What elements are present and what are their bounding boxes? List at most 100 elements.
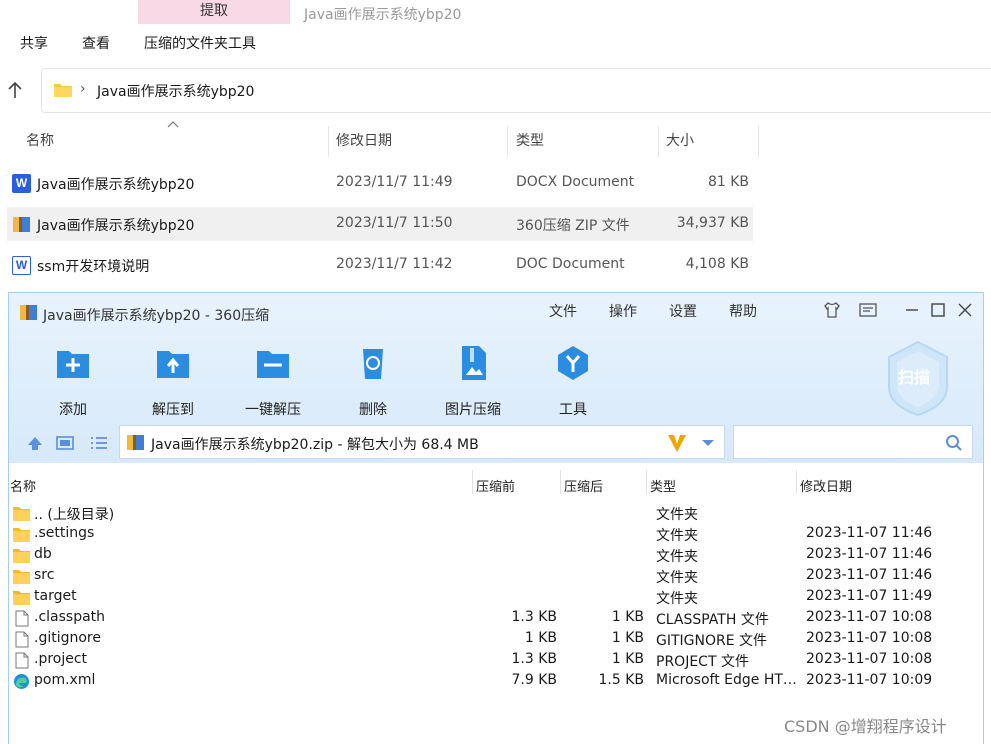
archive-file-date: 2023-11-07 10:09 (806, 672, 933, 688)
minimize-icon[interactable] (901, 299, 923, 321)
extract-to-button[interactable]: 解压到 (128, 343, 218, 419)
archive-file-type: 文件夹 (656, 570, 698, 586)
column-divider[interactable] (646, 470, 647, 494)
archive-file-name: .project (34, 651, 88, 667)
extract-folder-icon (157, 351, 189, 378)
column-date[interactable]: 修改日期 (336, 126, 392, 157)
archive-row[interactable]: .. (上级目录) 文件夹 (9, 503, 983, 524)
menu-file[interactable]: 文件 (549, 301, 577, 321)
archive-size-after: 1 KB (611, 609, 644, 625)
tab-extract[interactable]: 提取 (138, 0, 290, 24)
zip-icon (20, 305, 37, 320)
folder-icon (12, 568, 31, 585)
column-divider[interactable] (560, 470, 561, 494)
message-icon[interactable] (857, 299, 879, 321)
folder-icon (12, 589, 31, 606)
file-name: Java画作展示系统ybp20 (37, 177, 195, 193)
archive-row[interactable]: db 文件夹 2023-11-07 11:46 (9, 545, 983, 566)
tab-view[interactable]: 查看 (82, 33, 110, 53)
up-level-icon[interactable] (25, 433, 45, 453)
archive-size-before: 1.3 KB (511, 609, 558, 625)
sort-up-icon (167, 121, 179, 128)
one-click-extract-icon (257, 351, 289, 378)
archive-row[interactable]: .settings 文件夹 2023-11-07 11:46 (9, 524, 983, 545)
archive-row[interactable]: target 文件夹 2023-11-07 11:49 (9, 587, 983, 608)
word-doc-icon: W (12, 256, 31, 275)
menu-operate[interactable]: 操作 (609, 301, 637, 321)
file-row[interactable]: Java画作展示系统ybp20 2023/11/7 11:50 360压缩 ZI… (7, 207, 753, 241)
archive-path-bar[interactable]: Java画作展示系统ybp20.zip - 解包大小为 68.4 MB (119, 425, 725, 459)
scan-label: 扫描 (898, 368, 931, 387)
archive-file-date: 2023-11-07 11:49 (806, 588, 933, 604)
archive-file-name: .gitignore (34, 630, 101, 646)
column-divider[interactable] (796, 470, 797, 494)
search-icon[interactable] (945, 434, 963, 452)
archive-row[interactable]: .classpath 1.3 KB 1 KB CLASSPATH 文件 2023-11-… (9, 608, 983, 629)
column-before[interactable]: 压缩前 (476, 476, 515, 495)
column-date[interactable]: 修改日期 (800, 476, 852, 495)
archive-row[interactable]: .project 1.3 KB 1 KB PROJECT 文件 2023-11-07 1… (9, 650, 983, 671)
archive-row[interactable]: pom.xml 7.9 KB 1.5 KB Microsoft Edge HT… 202… (9, 671, 983, 692)
column-divider[interactable] (472, 470, 473, 494)
archive-row[interactable]: .gitignore 1 KB 1 KB GITIGNORE 文件 2023-11-07… (9, 629, 983, 650)
window-title: Java画作展示系统ybp20 (304, 7, 462, 23)
archive-file-name: pom.xml (34, 672, 96, 688)
chevron-down-icon[interactable] (701, 438, 715, 448)
column-after[interactable]: 压缩后 (564, 476, 603, 495)
archive-size-after: 1 KB (611, 651, 644, 667)
file-type: 360压缩 ZIP 文件 (516, 218, 630, 234)
delete-button[interactable]: 删除 (328, 343, 418, 419)
close-icon[interactable] (954, 299, 976, 321)
archive-size-after: 1.5 KB (598, 672, 645, 688)
archive-row[interactable]: src 文件夹 2023-11-07 11:46 (9, 566, 983, 587)
archive-file-type: 文件夹 (656, 528, 698, 544)
add-label: 添加 (59, 402, 87, 418)
ribbon-tabs: 共享 查看 压缩的文件夹工具 (20, 33, 290, 53)
column-divider[interactable] (658, 126, 659, 157)
image-compress-button[interactable]: 图片压缩 (428, 343, 518, 419)
column-name[interactable]: 名称 (10, 476, 36, 495)
archive-file-type: Microsoft Edge HT… (656, 672, 796, 688)
add-button[interactable]: 添加 (28, 343, 118, 419)
tab-compressed-folder-tools[interactable]: 压缩的文件夹工具 (144, 33, 256, 53)
up-arrow-icon[interactable] (5, 80, 25, 100)
column-size[interactable]: 大小 (666, 126, 694, 157)
archive-file-date: 2023-11-07 10:08 (806, 651, 933, 667)
explorer-window: 提取 Java画作展示系统ybp20 共享 查看 压缩的文件夹工具 › Java… (0, 0, 991, 126)
column-divider[interactable] (758, 126, 759, 157)
column-type[interactable]: 类型 (516, 126, 544, 157)
folder-icon (12, 526, 31, 543)
add-folder-icon (57, 351, 89, 378)
tab-share[interactable]: 共享 (20, 33, 48, 53)
scan-button[interactable]: 扫描 (885, 339, 951, 417)
list-view-icon[interactable] (89, 433, 109, 453)
tools-button[interactable]: 工具 (528, 343, 618, 419)
file-row[interactable]: W Java画作展示系统ybp20 2023/11/7 11:49 DOCX D… (7, 166, 753, 200)
delete-label: 删除 (359, 402, 387, 418)
file-size: 34,937 KB (676, 215, 749, 231)
menu-settings[interactable]: 设置 (669, 301, 697, 321)
folder-icon (54, 84, 72, 97)
breadcrumb[interactable]: Java画作展示系统ybp20 (97, 81, 254, 101)
archive-file-date: 2023-11-07 11:46 (806, 546, 933, 562)
file-size: 4,108 KB (685, 256, 749, 272)
column-divider[interactable] (328, 126, 329, 157)
file-date: 2023/11/7 11:49 (336, 174, 453, 190)
skin-icon[interactable] (821, 299, 843, 321)
address-bar[interactable]: › Java画作展示系统ybp20 (41, 68, 991, 113)
menu-help[interactable]: 帮助 (729, 301, 757, 321)
column-name[interactable]: 名称 (26, 126, 54, 157)
search-input[interactable] (733, 425, 973, 459)
one-click-extract-button[interactable]: 一键解压 (228, 343, 318, 419)
file-row[interactable]: W ssm开发环境说明 2023/11/7 11:42 DOC Document… (7, 248, 753, 282)
tools-icon (558, 346, 588, 380)
check-badge-icon[interactable] (666, 432, 688, 454)
folder-icon (12, 505, 31, 522)
column-type[interactable]: 类型 (650, 476, 676, 495)
extract-to-label: 解压到 (152, 402, 194, 418)
column-divider[interactable] (507, 126, 508, 157)
thumbnail-view-icon[interactable] (55, 433, 75, 453)
zip-icon (127, 435, 144, 450)
maximize-icon[interactable] (927, 299, 949, 321)
file-type: DOCX Document (516, 174, 635, 190)
